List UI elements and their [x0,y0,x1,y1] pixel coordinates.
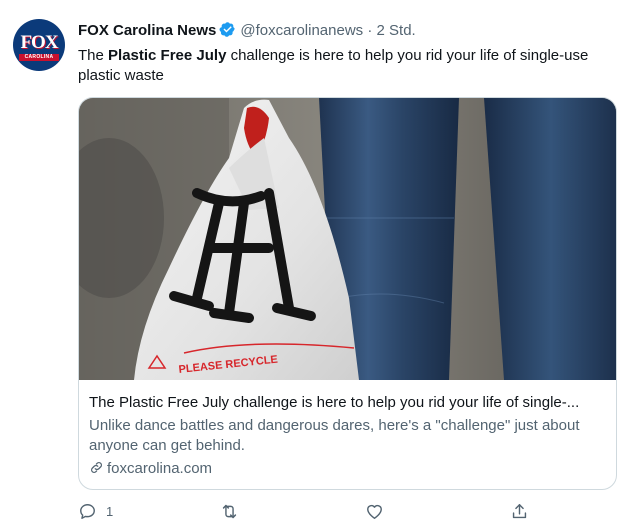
share-button[interactable] [510,502,529,521]
reply-button[interactable]: 1 [78,502,113,521]
tweet-timestamp[interactable]: 2 Std. [377,22,416,39]
account-name[interactable]: FOX Carolina News [78,22,216,39]
tweet-text: The Plastic Free July challenge is here … [78,46,628,86]
avatar-logo-subtext: CAROLINA [19,54,59,61]
account-handle[interactable]: @foxcarolinanews [240,22,363,39]
card-description: Unlike dance battles and dangerous dares… [89,417,580,454]
retweet-icon [222,504,237,519]
like-button[interactable] [365,502,393,521]
card-domain-text: foxcarolina.com [107,460,213,477]
link-card[interactable]: PLEASE RECYCLE The Plastic Free July cha… [78,97,617,490]
header-separator: · [367,22,373,39]
reply-count: 1 [106,504,114,519]
card-domain[interactable]: foxcarolina.com [89,460,212,477]
share-icon [512,504,527,519]
tweet-actions: 1 [78,502,618,524]
card-image[interactable]: PLEASE RECYCLE [79,98,616,380]
link-icon [89,460,104,475]
tweet-text-start: The [78,47,109,64]
tweet-text-highlight: Plastic Free July [108,47,227,64]
reply-icon [80,504,95,519]
verified-badge-icon [219,21,236,38]
tweet-header: FOX Carolina News @foxcarolinanews · 2 St… [78,21,416,43]
card-title[interactable]: The Plastic Free July challenge is here … [89,394,604,411]
heart-icon [367,504,382,519]
avatar-logo-text: FOX [20,32,58,53]
avatar[interactable]: FOX CAROLINA [13,19,65,71]
retweet-button[interactable] [220,502,248,521]
